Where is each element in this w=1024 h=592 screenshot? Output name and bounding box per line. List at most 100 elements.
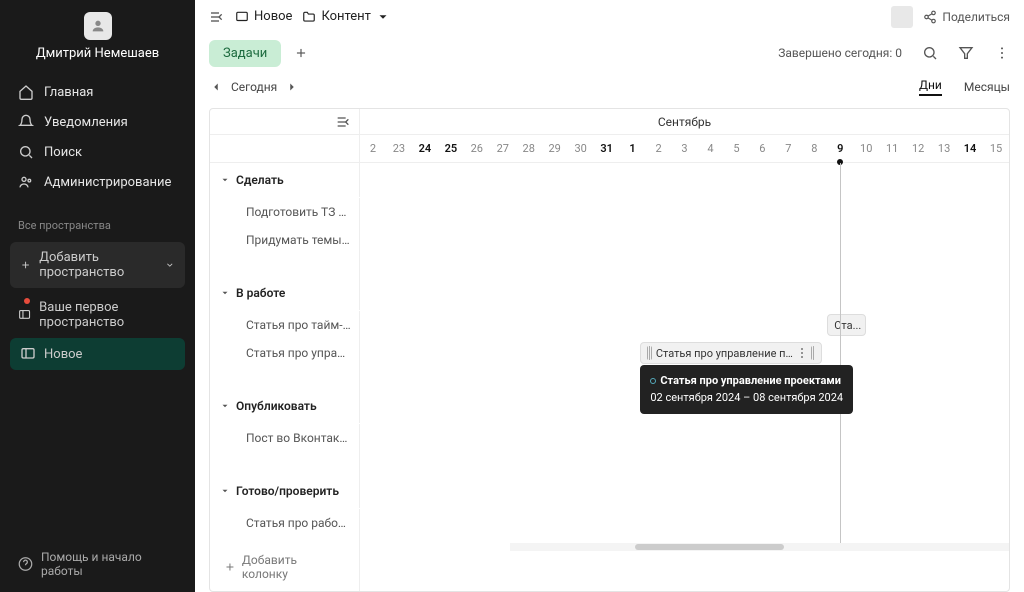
view-days[interactable]: Дни [919,78,942,96]
day-cell[interactable]: 29 [542,135,568,162]
group-header[interactable]: В работе [210,276,1009,311]
day-cell[interactable]: 25 [438,135,464,162]
day-cell[interactable]: 11 [879,135,905,162]
breadcrumb-space[interactable]: Новое [235,9,292,24]
date-nav-row: Сегодня Дни Месяцы [195,72,1024,102]
day-cell[interactable]: 5 [723,135,749,162]
nav-search[interactable]: Поиск [0,137,195,167]
nav-notifications[interactable]: Уведомления [0,107,195,137]
task-row[interactable]: Пост во Вконтакте ... [210,424,1009,452]
timeline-header-month: Сентябрь [210,109,1009,135]
caret-down-icon [376,10,390,24]
nav-label: Главная [44,85,93,100]
task-row[interactable]: Подготовить ТЗ дл... [210,198,1009,226]
search-icon [18,144,34,160]
day-cell[interactable]: 1 [620,135,646,162]
day-cell[interactable]: 2 [646,135,672,162]
day-cell[interactable]: 2 [360,135,386,162]
task-bar[interactable]: Статья про управление прое... [640,342,822,364]
breadcrumb-folder[interactable]: Контент [302,9,389,24]
bell-icon [18,114,34,130]
caret-down-icon[interactable] [220,175,230,185]
plus-icon [294,46,308,60]
nav-label: Администрирование [44,175,171,190]
caret-down-icon[interactable] [220,486,230,496]
day-cell[interactable]: 15 [983,135,1009,162]
plus-icon [224,561,236,573]
nav-home[interactable]: Главная [0,77,195,107]
day-cell[interactable]: 28 [516,135,542,162]
next-arrow-icon[interactable] [285,80,299,94]
day-cell[interactable]: 4 [697,135,723,162]
add-column-label: Добавить колонку [242,553,345,581]
primary-nav: Главная Уведомления Поиск Администрирова… [0,69,195,205]
prev-arrow-icon[interactable] [209,80,223,94]
spaces-label: Все пространства [0,205,195,238]
view-months[interactable]: Месяцы [964,80,1010,94]
task-row[interactable]: Придумать темы д... [210,226,1009,254]
board-icon [235,10,249,24]
main-area: Новое Контент Поделиться Задачи Завершен… [195,0,1024,592]
board-icon [20,346,36,362]
board-icon [18,307,31,323]
current-user-avatar[interactable] [891,6,913,28]
timeline-panel: Сентябрь 2232425262728293031123456789101… [209,108,1010,592]
space-item-first[interactable]: Ваше первое пространство [0,292,195,338]
day-cell[interactable]: 6 [749,135,775,162]
kebab-icon[interactable] [994,45,1010,61]
nav-admin[interactable]: Администрирование [0,167,195,197]
help-label: Помощь и начало работы [41,550,177,578]
collapse-sidebar-icon[interactable] [209,9,225,25]
day-cell[interactable]: 14 [957,135,983,162]
task-bar[interactable]: Ста... [827,314,866,336]
caret-down-icon[interactable] [220,401,230,411]
tasks-chip[interactable]: Задачи [209,40,281,67]
day-cell[interactable]: 9 [827,135,853,162]
notification-dot [24,298,30,304]
filter-icon[interactable] [958,45,974,61]
help-button[interactable]: Помощь и начало работы [0,536,195,592]
nav-label: Поиск [44,145,82,160]
nav-label: Уведомления [44,115,128,130]
day-cell[interactable]: 12 [905,135,931,162]
group-header[interactable]: Опубликовать [210,389,1009,424]
day-cell[interactable]: 27 [490,135,516,162]
username: Дмитрий Немешаев [0,46,195,61]
space-label: Новое [44,347,82,362]
secondary-bar: Задачи Завершено сегодня: 0 [195,34,1024,72]
scroll-thumb[interactable] [635,544,785,550]
day-cell[interactable]: 30 [568,135,594,162]
collapse-left-icon[interactable] [335,114,351,130]
breadcrumb-label: Новое [254,9,292,24]
completed-today: Завершено сегодня: 0 [778,46,902,60]
add-view-button[interactable] [289,41,313,65]
add-column-button[interactable]: Добавить колонку [210,543,360,591]
home-icon [18,84,34,100]
search-icon[interactable] [922,45,938,61]
group-header[interactable]: Готово/проверить [210,474,1009,509]
day-cell[interactable]: 3 [672,135,698,162]
share-button[interactable]: Поделиться [923,10,1010,24]
task-row[interactable]: Статья про управле...Статья про управлен… [210,339,1009,367]
day-cell[interactable]: 8 [801,135,827,162]
users-icon [18,174,34,190]
day-cell[interactable]: 24 [412,135,438,162]
day-cell[interactable]: 23 [386,135,412,162]
avatar[interactable] [84,12,112,40]
add-space-button[interactable]: Добавить пространство [10,242,185,288]
day-cell[interactable]: 7 [775,135,801,162]
h-scrollbar[interactable] [510,543,1009,551]
kebab-icon[interactable] [798,348,807,358]
task-row[interactable]: Статья про тайм-ме...Ста... [210,311,1009,339]
day-cell[interactable]: 31 [594,135,620,162]
caret-down-icon[interactable] [220,288,230,298]
group-header[interactable]: Сделать [210,163,1009,198]
space-item-new[interactable]: Новое [10,338,185,370]
day-cell[interactable]: 10 [853,135,879,162]
day-cell[interactable]: 26 [464,135,490,162]
task-row[interactable]: Статья про работу ... [210,509,1009,537]
day-cell[interactable]: 13 [931,135,957,162]
today-label[interactable]: Сегодня [231,80,277,94]
plus-icon [20,258,31,272]
timeline-body: СделатьПодготовить ТЗ дл...Придумать тем… [210,163,1009,543]
